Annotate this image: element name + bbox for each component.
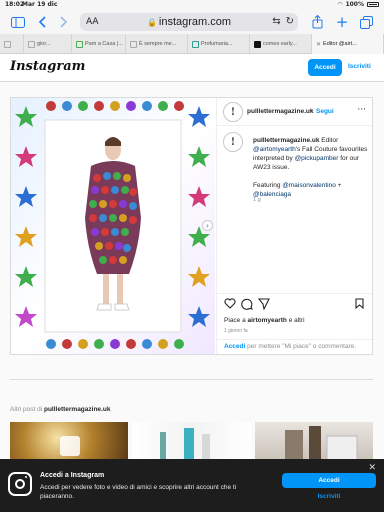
signup-link[interactable]: Iscriviti <box>348 63 371 70</box>
banner-text: Accedi per vedere foto e video di amici … <box>40 484 237 500</box>
instagram-header: Instagram Accedi Iscriviti <box>0 54 384 82</box>
caption-text: pulllettermagazine.uk Editor @airtomyear… <box>253 137 368 198</box>
follow-button[interactable]: Segui <box>316 108 334 115</box>
battery-percent: 100% <box>345 1 364 8</box>
browser-tab[interactable]: È sempre me... <box>126 34 188 54</box>
post-thumbnail[interactable] <box>10 422 129 462</box>
heart-icon[interactable] <box>224 298 236 312</box>
thumbnail-objects <box>284 426 358 462</box>
banner-login-button[interactable]: Accedi <box>282 473 376 488</box>
browser-toolbar: AA 🔒 instagram.com ⇆ ↻ + <box>0 10 384 34</box>
login-button[interactable]: Accedi <box>308 59 342 76</box>
post-thumbnail[interactable] <box>132 422 251 462</box>
login-prompt-link[interactable]: Accedi <box>224 343 245 350</box>
bookmark-icon[interactable] <box>355 298 364 312</box>
separator-dot: • <box>310 108 313 115</box>
banner-signup-link[interactable]: Iscriviti <box>282 493 376 500</box>
comment-icon[interactable] <box>241 298 253 313</box>
likes-summary: Piace a airtomyearth e altri <box>224 317 305 324</box>
tab-favicon-icon <box>192 40 199 48</box>
more-posts-username[interactable]: pulllettermagazine.uk <box>44 406 110 413</box>
caption-time: 1 g <box>253 197 261 203</box>
browser-tab-active[interactable]: ✕ Editor @airt... <box>312 34 384 54</box>
post-photo <box>11 98 215 354</box>
close-tab-icon[interactable]: ✕ <box>316 41 321 48</box>
more-posts-grid <box>10 422 373 462</box>
mention-link[interactable]: @maisonvalentino <box>282 182 336 189</box>
post-side-panel: ! pulllettermagazine.uk • Segui ··· ! pu… <box>216 98 372 354</box>
post-card: › ! pulllettermagazine.uk • Segui ··· ! … <box>10 97 373 355</box>
post-image[interactable] <box>11 98 215 354</box>
tab-strip: gior... Pam a Casa |... È sempre me... P… <box>0 34 384 54</box>
more-posts-title: Altri post di pulllettermagazine.uk <box>10 406 111 413</box>
post-username[interactable]: pulllettermagazine.uk <box>247 108 313 115</box>
tab-favicon-icon <box>28 40 35 48</box>
sidebar-icon[interactable] <box>10 14 26 30</box>
next-image-icon[interactable]: › <box>202 220 213 231</box>
login-banner: Accedi a Instagram Accedi per vedere fot… <box>0 459 384 512</box>
play-icon <box>60 436 80 456</box>
share-icon[interactable] <box>309 14 325 30</box>
instagram-icon <box>8 472 32 496</box>
section-divider <box>10 379 373 380</box>
browser-tab[interactable] <box>0 34 24 54</box>
login-prompt: Accedi per mettere "Mi piace" o commenta… <box>217 339 372 354</box>
battery-icon <box>367 2 379 7</box>
post-actions <box>217 293 372 313</box>
browser-tab[interactable]: Pam a Casa |... <box>72 34 126 54</box>
back-icon[interactable] <box>34 14 50 30</box>
thumbnail-figures <box>160 428 211 462</box>
status-right: ◠ 100% <box>338 1 379 8</box>
caption-avatar[interactable]: ! <box>223 132 243 152</box>
post-header: ! pulllettermagazine.uk • Segui ··· <box>217 98 372 126</box>
mention-link[interactable]: @airtomyearth <box>253 146 296 153</box>
banner-title: Accedi a Instagram <box>40 472 105 479</box>
forward-icon[interactable] <box>56 14 72 30</box>
tab-favicon-icon <box>4 40 11 48</box>
lock-icon: 🔒 <box>146 18 157 27</box>
address-bar[interactable]: AA 🔒 instagram.com ⇆ ↻ <box>80 13 298 31</box>
caption-username[interactable]: pulllettermagazine.uk <box>253 137 319 144</box>
browser-tab[interactable]: gior... <box>24 34 72 54</box>
url-text: instagram.com <box>158 16 232 28</box>
mention-link[interactable]: @pickupamber <box>295 155 339 162</box>
status-date: Mar 19 dic <box>22 1 58 8</box>
wifi-icon: ◠ <box>337 1 343 8</box>
browser-tab[interactable]: comes early... <box>250 34 312 54</box>
post-thumbnail[interactable] <box>254 422 373 462</box>
new-tab-icon[interactable]: + <box>334 13 350 31</box>
tab-favicon-icon <box>76 40 83 48</box>
more-icon[interactable]: ··· <box>357 105 366 115</box>
address-bar-icons: ⇆ ↻ <box>272 16 294 27</box>
close-icon[interactable]: ✕ <box>368 463 376 473</box>
browser-tab[interactable]: Profumaria... <box>188 34 250 54</box>
instagram-logo[interactable]: Instagram <box>10 59 85 74</box>
url-display[interactable]: 🔒 instagram.com <box>80 16 298 28</box>
send-icon[interactable] <box>257 298 270 313</box>
avatar[interactable]: ! <box>223 102 243 122</box>
post-timestamp: 1 giorno fa <box>224 328 248 334</box>
status-bar: 18:02 Mar 19 dic ◠ 100% <box>0 0 384 10</box>
tabs-icon[interactable] <box>358 14 374 30</box>
translate-icon[interactable]: ⇆ <box>272 16 280 27</box>
tab-favicon-icon <box>254 40 261 48</box>
reload-icon[interactable]: ↻ <box>286 16 294 27</box>
tab-favicon-icon <box>130 40 137 48</box>
likes-user[interactable]: airtomyearth <box>248 317 287 324</box>
